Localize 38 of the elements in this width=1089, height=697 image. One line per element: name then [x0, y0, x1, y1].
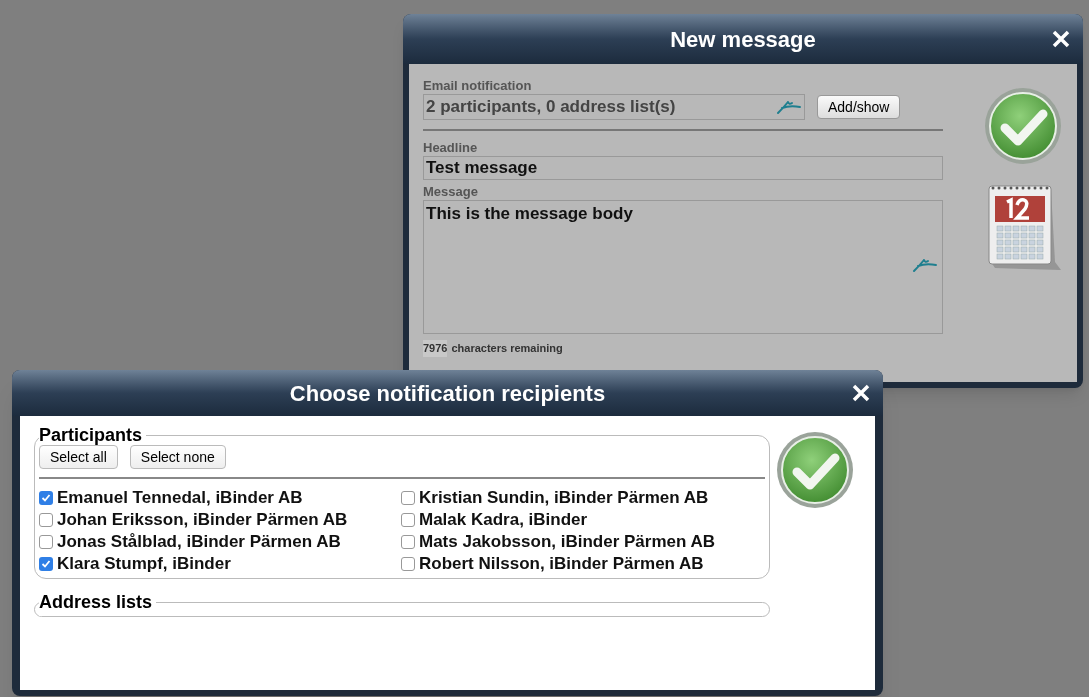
field-label: Message	[423, 184, 479, 200]
checkbox[interactable]	[39, 535, 53, 549]
checkbox[interactable]	[39, 491, 53, 505]
remaining-label: characters remaining	[451, 341, 563, 356]
field-label: Email notification	[423, 78, 533, 94]
message-field[interactable]: This is the message body	[423, 200, 943, 334]
close-button[interactable]	[851, 383, 871, 403]
recipients-value: 2 participants, 0 address list(s)	[426, 96, 676, 119]
participant-option[interactable]: Klara Stumpf, iBinder	[39, 553, 401, 575]
participant-option[interactable]: Emanuel Tennedal, iBinder AB	[39, 487, 401, 509]
participant-option[interactable]: Malak Kadra, iBinder	[401, 509, 765, 531]
participant-option[interactable]: Robert Nilsson, iBinder Pärmen AB	[401, 553, 765, 575]
confirm-check-icon[interactable]	[983, 86, 1063, 166]
window-title: New message	[670, 25, 816, 54]
scribble-icon[interactable]	[776, 99, 802, 115]
participant-option[interactable]: Mats Jakobsson, iBinder Pärmen AB	[401, 531, 765, 553]
select-button[interactable]: Select all	[39, 445, 118, 469]
recipients-field[interactable]: 2 participants, 0 address list(s)	[423, 94, 805, 120]
field-label: Headline	[423, 140, 479, 156]
remaining-count: 7976	[423, 340, 448, 357]
checkbox[interactable]	[401, 535, 415, 549]
checkbox[interactable]	[39, 557, 53, 571]
message-value: This is the message body	[426, 204, 633, 223]
checkbox[interactable]	[39, 513, 53, 527]
close-button[interactable]	[1051, 29, 1071, 49]
checkbox[interactable]	[401, 491, 415, 505]
checkbox[interactable]	[401, 557, 415, 571]
select-button[interactable]: Select none	[129, 445, 226, 469]
add-show-button[interactable]: Add/show	[817, 95, 901, 119]
scribble-icon[interactable]	[912, 257, 938, 273]
group-legend: Address lists	[39, 589, 157, 616]
participant-option[interactable]: Jonas Stålblad, iBinder Pärmen AB	[39, 531, 401, 553]
confirm-check-icon[interactable]	[775, 430, 855, 510]
headline-field[interactable]: Test message	[423, 156, 943, 180]
checkbox[interactable]	[401, 513, 415, 527]
participant-option[interactable]: Johan Eriksson, iBinder Pärmen AB	[39, 509, 401, 531]
participant-option[interactable]: Kristian Sundin, iBinder Pärmen AB	[401, 487, 765, 509]
window-title: Choose notification recipients	[289, 379, 606, 408]
